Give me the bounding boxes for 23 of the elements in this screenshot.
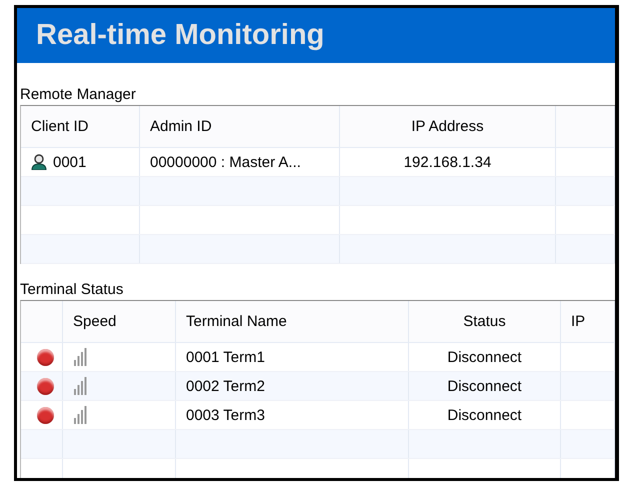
- table-cell: 0001: [53, 154, 86, 170]
- table-cell: 00000000 : Master A...: [150, 154, 301, 170]
- column-header[interactable]: IP Address: [340, 106, 556, 147]
- user-icon: [31, 154, 47, 170]
- table-cell: 0003 Term3: [186, 406, 265, 424]
- section-label: Remote Manager: [19, 85, 137, 105]
- signal-icon: [73, 406, 87, 424]
- column-header[interactable]: Speed: [63, 301, 176, 342]
- column-header[interactable]: IP: [561, 301, 615, 342]
- column-header[interactable]: Client ID: [21, 106, 140, 147]
- table-cell: 192.168.1.34: [404, 154, 492, 170]
- section-label: Terminal Status: [19, 280, 124, 300]
- table-cell: Disconnect: [447, 378, 522, 394]
- column-header[interactable]: Terminal Name: [176, 301, 409, 342]
- table-cell: Disconnect: [447, 406, 522, 424]
- table-cell: Disconnect: [447, 348, 522, 366]
- column-header[interactable]: Status: [409, 301, 561, 342]
- signal-icon: [73, 348, 87, 366]
- table-cell: 0002 Term2: [186, 378, 265, 394]
- table-cell: 0001 Term1: [186, 348, 265, 366]
- window-title: Real-time Monitoring: [36, 19, 324, 52]
- column-header[interactable]: Admin ID: [140, 106, 340, 147]
- signal-icon: [73, 377, 87, 395]
